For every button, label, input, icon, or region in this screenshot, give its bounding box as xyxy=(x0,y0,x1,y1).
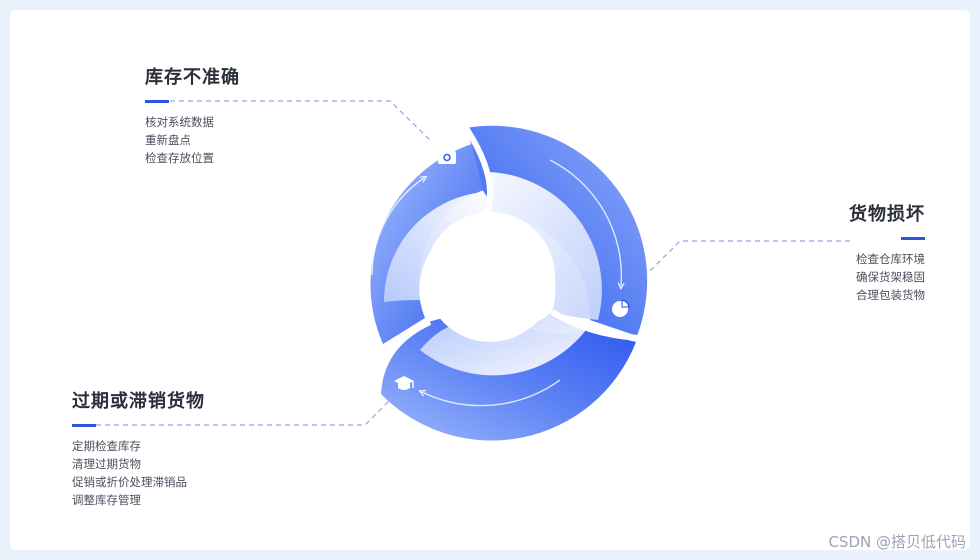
section-inventory-inaccurate: 库存不准确 核对系统数据 重新盘点 检查存放位置 xyxy=(145,66,345,167)
watermark: CSDN @搭贝低代码 xyxy=(828,533,966,551)
title-accent-bar xyxy=(145,100,169,103)
list-item: 检查存放位置 xyxy=(145,151,214,165)
list-item: 调整库存管理 xyxy=(72,493,141,507)
list-item: 核对系统数据 xyxy=(145,115,214,129)
title-accent-bar xyxy=(72,424,96,427)
section-items: 核对系统数据 重新盘点 检查存放位置 xyxy=(145,113,345,167)
camera-icon xyxy=(438,148,456,164)
list-item: 重新盘点 xyxy=(145,133,191,147)
title-accent-bar xyxy=(901,237,925,240)
list-item: 检查仓库环境 xyxy=(856,252,925,266)
list-item: 清理过期货物 xyxy=(72,457,141,471)
section-title: 货物损坏 xyxy=(849,204,925,225)
section-items: 检查仓库环境 确保货架稳固 合理包装货物 xyxy=(780,250,925,304)
section-goods-damaged: 货物损坏 检查仓库环境 确保货架稳固 合理包装货物 xyxy=(780,203,925,304)
section-expired-goods: 过期或滞销货物 定期检查库存 清理过期货物 促销或折价处理滞销品 调整库存管理 xyxy=(72,390,312,509)
section-title: 过期或滞销货物 xyxy=(72,391,205,412)
center-hole xyxy=(425,212,555,342)
list-item: 定期检查库存 xyxy=(72,439,141,453)
list-item: 促销或折价处理滞销品 xyxy=(72,475,187,489)
list-item: 确保货架稳固 xyxy=(856,270,925,284)
list-item: 合理包装货物 xyxy=(856,288,925,302)
section-items: 定期检查库存 清理过期货物 促销或折价处理滞销品 调整库存管理 xyxy=(72,437,312,509)
section-title: 库存不准确 xyxy=(145,67,240,88)
